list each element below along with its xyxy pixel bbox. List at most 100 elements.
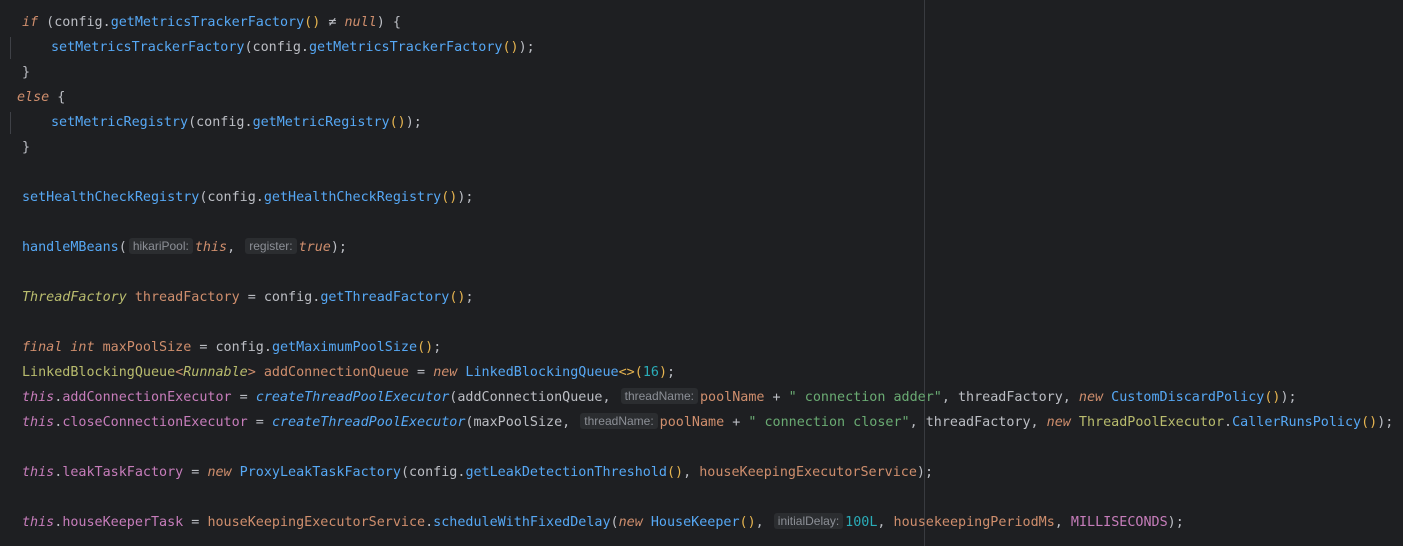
- paren: (): [502, 40, 519, 55]
- keyword: this: [22, 415, 55, 430]
- code-text: );: [916, 465, 934, 480]
- keyword: this: [194, 240, 228, 255]
- class-name: ThreadPoolExecutor: [1070, 415, 1225, 430]
- variable: maxPoolSize: [94, 340, 192, 355]
- constructor: ProxyLeakTaskFactory: [231, 465, 401, 480]
- type-name: Runnable: [183, 365, 248, 380]
- paren: (): [389, 115, 406, 130]
- code-line[interactable]: final int maxPoolSize = config.getMaximu…: [22, 338, 441, 358]
- code-text: (config.: [400, 465, 466, 480]
- paren: (): [1264, 390, 1281, 405]
- code-text: );: [330, 240, 347, 255]
- code-text: ,: [1054, 515, 1071, 530]
- variable: poolName: [659, 415, 725, 430]
- operator: +: [724, 415, 749, 430]
- code-line[interactable]: this. houseKeeperTask = houseKeepingExecu…: [22, 513, 1184, 533]
- code-line[interactable]: if (config.getMetricsTrackerFactory() ≠ …: [22, 13, 401, 33]
- code-text: }: [22, 140, 31, 155]
- field: closeConnectionExecutor: [62, 415, 248, 430]
- code-line[interactable]: this.addConnectionExecutor = createThrea…: [22, 388, 1297, 408]
- paren: (: [634, 365, 643, 380]
- keyword: new: [1046, 415, 1071, 430]
- keyword: this: [22, 515, 55, 530]
- variable: houseKeepingExecutorService: [699, 465, 917, 480]
- parameter-hint: register:: [245, 238, 297, 254]
- keyword: int: [62, 340, 95, 355]
- parameter-hint: hikariPool:: [128, 238, 193, 254]
- paren: (): [304, 15, 321, 30]
- keyword: new: [618, 515, 643, 530]
- number-literal: 100L: [845, 515, 878, 530]
- code-text: ;: [465, 290, 474, 305]
- code-editor[interactable]: if (config.getMetricsTrackerFactory() ≠ …: [0, 0, 1403, 546]
- field: leakTaskFactory: [62, 465, 184, 480]
- code-text: =: [409, 365, 434, 380]
- code-line[interactable]: setHealthCheckRegistry(config.getHealthC…: [22, 188, 474, 208]
- method-call: getHealthCheckRegistry: [263, 190, 442, 205]
- variable: houseKeepingExecutorService: [207, 515, 426, 530]
- operator: ≠: [320, 15, 345, 30]
- code-line[interactable]: ThreadFactory threadFactory = config.get…: [22, 288, 474, 308]
- code-text: =: [231, 390, 256, 405]
- field: houseKeeperTask: [62, 515, 184, 530]
- code-line[interactable]: handleMBeans(hikariPool: this, register: t…: [22, 238, 347, 258]
- parameter-hint: initialDelay:: [773, 513, 844, 529]
- code-text: =: [247, 415, 272, 430]
- code-text: .: [425, 515, 434, 530]
- code-text: );: [405, 115, 422, 130]
- method-call: handleMBeans: [22, 240, 119, 255]
- indent-guide: [10, 112, 11, 134]
- code-text: (: [610, 515, 619, 530]
- parameter-hint: threadName:: [580, 413, 658, 429]
- constructor: CallerRunsPolicy: [1232, 415, 1362, 430]
- code-text: ) {: [376, 15, 401, 30]
- code-line[interactable]: this. closeConnectionExecutor = createThr…: [22, 413, 1393, 433]
- code-line[interactable]: LinkedBlockingQueue<Runnable> addConnect…: [22, 363, 675, 383]
- variable: threadFactory: [126, 290, 240, 305]
- type-name: LinkedBlockingQueue: [22, 365, 176, 380]
- variable: poolName: [699, 390, 765, 405]
- code-line[interactable]: setMetricRegistry(config.getMetricRegist…: [51, 113, 422, 133]
- paren: ): [658, 365, 667, 380]
- code-text: = config.: [191, 340, 272, 355]
- code-line[interactable]: setMetricsTrackerFactory(config.getMetri…: [51, 38, 535, 58]
- code-text: {: [49, 90, 66, 105]
- code-text: =: [183, 465, 208, 480]
- keyword: final: [22, 340, 63, 355]
- code-text: =: [183, 515, 208, 530]
- code-text: = config.: [239, 290, 321, 305]
- code-text: , threadFactory,: [909, 415, 1047, 430]
- string-literal: " connection adder": [788, 390, 942, 405]
- code-text: .: [1224, 415, 1233, 430]
- code-text: (config.: [188, 115, 253, 130]
- code-text: ,: [683, 465, 700, 480]
- code-text: );: [1377, 415, 1394, 430]
- code-text: (config.: [199, 190, 264, 205]
- constructor: LinkedBlockingQueue: [457, 365, 619, 380]
- keyword: new: [433, 365, 458, 380]
- code-text: (config.: [244, 40, 309, 55]
- method-call: createThreadPoolExecutor: [255, 390, 450, 405]
- keyword: else: [17, 90, 50, 105]
- indent-guide: [10, 37, 11, 59]
- field: addConnectionExecutor: [62, 390, 232, 405]
- method-call: setMetricRegistry: [51, 115, 189, 130]
- number-literal: 16: [642, 365, 659, 380]
- code-line[interactable]: this.leakTaskFactory = new ProxyLeakTask…: [22, 463, 933, 483]
- parameter-hint: threadName:: [620, 388, 698, 404]
- method-call: getLeakDetectionThreshold: [465, 465, 667, 480]
- code-text: (addConnectionQueue,: [449, 390, 611, 405]
- code-line[interactable]: }: [22, 138, 30, 158]
- string-literal: " connection closer": [748, 415, 910, 430]
- method-call: getMetricsTrackerFactory: [308, 40, 503, 55]
- code-text: (: [118, 240, 127, 255]
- code-line[interactable]: }: [22, 63, 30, 83]
- keyword: new: [207, 465, 232, 480]
- paren: (): [417, 340, 434, 355]
- code-line[interactable]: else {: [17, 88, 65, 108]
- paren: (): [666, 465, 684, 480]
- paren: (): [739, 515, 756, 530]
- keyword: this: [22, 465, 55, 480]
- keyword: null: [344, 15, 377, 30]
- method-call: getThreadFactory: [320, 290, 450, 305]
